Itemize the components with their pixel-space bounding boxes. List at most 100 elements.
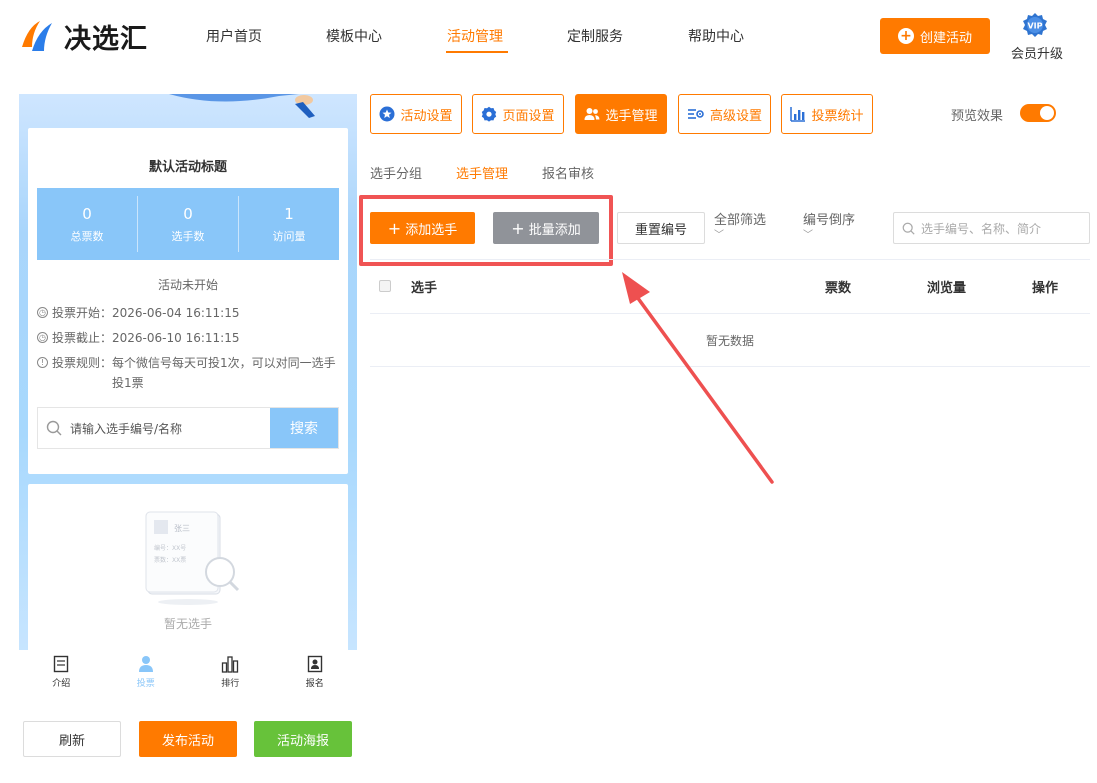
select-all-checkbox[interactable] <box>379 280 391 292</box>
tab-page-settings[interactable]: 页面设置 <box>472 94 564 134</box>
activity-info-card: 默认活动标题 0 总票数 0 选手数 1 访问量 活动未开始 ◷ 投票开始： 2… <box>28 128 348 474</box>
filter-dropdown-label: 全部筛选 <box>714 213 767 228</box>
phone-search-placeholder: 请输入选手编号/名称 <box>70 421 183 436</box>
stat-value: 1 <box>284 205 294 223</box>
logo-icon <box>22 21 52 51</box>
vote-end-row: ◷ 投票截止： 2026-06-10 16:11:15 <box>37 328 239 348</box>
tabbar-intro[interactable]: 介绍 <box>19 650 104 696</box>
stat-value: 0 <box>183 205 193 223</box>
plus-circle-icon: + <box>897 28 914 44</box>
tabbar-label: 介绍 <box>52 679 71 689</box>
subtab-contestant-groups[interactable]: 选手分组 <box>370 163 422 182</box>
vote-end-value: 2026-06-10 16:11:15 <box>112 331 240 345</box>
chevron-down-icon: ﹀ <box>714 230 724 241</box>
sliders-icon <box>687 109 704 119</box>
toggle-knob <box>1040 106 1054 120</box>
vote-start-label: 投票开始： <box>52 306 113 320</box>
info-icon: ! <box>37 357 48 368</box>
nav-help-center[interactable]: 帮助中心 <box>688 26 744 46</box>
phone-preview: 默认活动标题 0 总票数 0 选手数 1 访问量 活动未开始 ◷ 投票开始： 2… <box>19 94 357 650</box>
subtab-contestant-management[interactable]: 选手管理 <box>456 163 508 182</box>
ranking-icon <box>222 656 239 673</box>
stat-value: 0 <box>82 205 92 223</box>
gear-icon <box>482 106 497 122</box>
tabbar-vote[interactable]: 投票 <box>104 650 189 696</box>
tab-label: 高级设置 <box>709 108 762 124</box>
tab-label: 活动设置 <box>400 108 453 124</box>
signup-icon <box>307 655 322 673</box>
highlight-box <box>359 195 613 266</box>
stat-label: 总票数 <box>70 230 104 243</box>
clock-icon: ◷ <box>37 332 48 343</box>
filter-dropdown[interactable]: 全部筛选 ﹀ <box>714 213 766 241</box>
user-icon <box>138 656 153 672</box>
nav-user-home[interactable]: 用户首页 <box>206 26 262 46</box>
vote-rule-value: 每个微信号每天可投1次，可以对同一选手投1票 <box>112 356 336 390</box>
illustration-name: 张三 <box>174 524 190 533</box>
illustration-line2: 票数：XX票 <box>154 556 186 564</box>
sort-dropdown[interactable]: 编号倒序 ﹀ <box>803 213 855 241</box>
tabbar-label: 报名 <box>305 679 324 689</box>
activity-poster-button[interactable]: 活动海报 <box>254 721 352 757</box>
logo[interactable]: 决选汇 <box>18 14 168 58</box>
phone-search-button[interactable]: 搜索 <box>270 408 338 448</box>
nav-activity-management[interactable]: 活动管理 <box>447 26 503 46</box>
column-views: 浏览量 <box>927 281 967 296</box>
tab-advanced-settings[interactable]: 高级设置 <box>678 94 771 134</box>
bar-chart-icon <box>790 107 806 122</box>
tab-label: 页面设置 <box>502 108 555 124</box>
search-icon <box>46 420 62 436</box>
reset-numbering-button[interactable]: 重置编号 <box>617 212 705 244</box>
logo-text: 决选汇 <box>64 23 148 55</box>
activity-title: 默认活动标题 <box>148 160 227 175</box>
banner-decoration <box>169 94 315 118</box>
clock-icon: ◷ <box>37 307 48 318</box>
contestant-list-card: 张三 编号：XX号 票数：XX票 暂无选手 <box>28 484 348 650</box>
no-contestants-text: 暂无选手 <box>163 617 212 631</box>
tab-label: 投票统计 <box>811 108 864 124</box>
search-icon <box>902 222 915 235</box>
tab-vote-statistics[interactable]: 投票统计 <box>781 94 873 134</box>
vote-start-row: ◷ 投票开始： 2026-06-04 16:11:15 <box>37 303 239 323</box>
star-circle-icon <box>379 106 395 122</box>
tab-activity-settings[interactable]: 活动设置 <box>370 94 462 134</box>
tab-label: 选手管理 <box>605 108 658 124</box>
tabbar-label: 投票 <box>136 679 155 689</box>
nav-active-indicator <box>446 51 508 53</box>
stat-visits: 1 访问量 <box>238 196 339 252</box>
stat-contestants: 0 选手数 <box>137 196 238 252</box>
vote-rule-row: ! 投票规则： 每个微信号每天可投1次，可以对同一选手投1票 <box>37 353 337 393</box>
tab-contestant-management[interactable]: 选手管理 <box>575 94 667 134</box>
tabbar-signup[interactable]: 报名 <box>273 650 358 696</box>
preview-toggle[interactable] <box>1020 104 1056 122</box>
vip-badge-text: VIP <box>1027 22 1042 31</box>
create-activity-button[interactable]: + 创建活动 <box>880 18 990 54</box>
subtab-signup-review[interactable]: 报名审核 <box>542 163 594 182</box>
phone-search-bar: 请输入选手编号/名称 搜索 <box>37 407 339 449</box>
vote-start-value: 2026-06-04 16:11:15 <box>112 306 240 320</box>
stat-total-votes: 0 总票数 <box>37 188 137 260</box>
sort-dropdown-label: 编号倒序 <box>803 213 856 228</box>
tabbar-label: 排行 <box>221 679 240 689</box>
tabbar-ranking[interactable]: 排行 <box>188 650 273 696</box>
phone-search-input[interactable]: 请输入选手编号/名称 <box>38 408 270 448</box>
vip-upgrade-label[interactable]: 会员升级 <box>1011 43 1063 62</box>
chevron-down-icon: ﹀ <box>803 230 813 241</box>
refresh-button[interactable]: 刷新 <box>23 721 121 757</box>
column-votes: 票数 <box>825 281 852 296</box>
nav-custom-service[interactable]: 定制服务 <box>567 26 623 46</box>
contestant-search-input[interactable]: 选手编号、名称、简介 <box>893 212 1090 244</box>
document-icon <box>54 655 69 673</box>
users-icon <box>584 108 600 120</box>
stat-label: 访问量 <box>272 230 306 243</box>
nav-template-center[interactable]: 模板中心 <box>326 26 382 46</box>
annotation-arrow <box>622 272 774 484</box>
column-contestant: 选手 <box>411 281 438 296</box>
search-placeholder: 选手编号、名称、简介 <box>921 221 1042 236</box>
publish-activity-button[interactable]: 发布活动 <box>139 721 237 757</box>
illustration-line1: 编号：XX号 <box>154 544 186 552</box>
create-activity-label: 创建活动 <box>919 30 972 46</box>
vote-end-label: 投票截止： <box>52 331 113 345</box>
vip-icon[interactable]: VIP <box>1019 12 1051 42</box>
phone-tabbar: 介绍 投票 排行 报名 <box>19 650 357 696</box>
